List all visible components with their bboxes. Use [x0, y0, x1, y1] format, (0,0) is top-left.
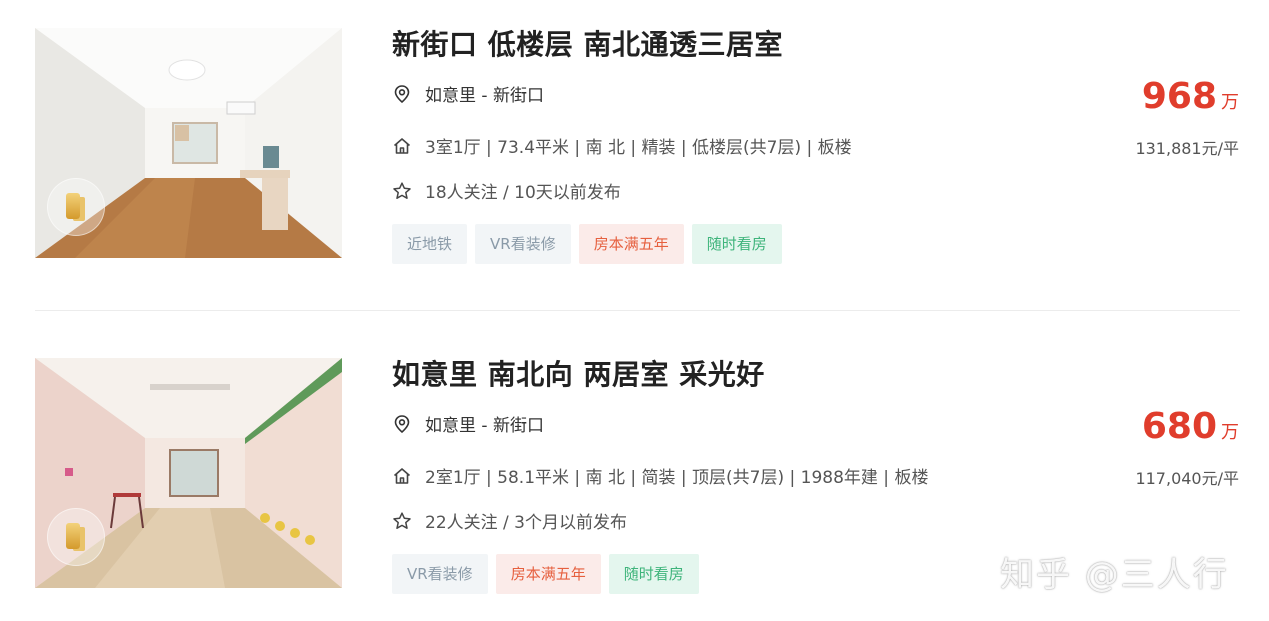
watermark: 知乎 @三人行 — [1000, 555, 1229, 595]
listing-title[interactable]: 新街口 低楼层 南北通透三居室 — [392, 23, 783, 63]
listing-title[interactable]: 如意里 南北向 两居室 采光好 — [392, 353, 765, 393]
price-unit: 万 — [1221, 422, 1239, 443]
tag: VR看装修 — [475, 224, 571, 264]
price-unit: 万 — [1221, 92, 1239, 113]
location-pin-icon — [394, 84, 410, 103]
listing-card[interactable]: 新街口 低楼层 南北通透三居室 如意里 - 新街口 3室1厅 | 73.4平米 … — [0, 0, 1269, 290]
star-icon — [393, 181, 411, 199]
listing-info-text: 2室1厅 | 58.1平米 | 南 北 | 简装 | 顶层(共7层) | 198… — [425, 468, 929, 488]
listing-info: 3室1厅 | 73.4平米 | 南 北 | 精装 | 低楼层(共7层) | 板楼 — [392, 133, 852, 158]
listing-follow: 18人关注 / 10天以前发布 — [392, 178, 621, 203]
tag: 随时看房 — [691, 224, 782, 264]
location-pin-icon — [394, 414, 410, 433]
listing-follow-text: 22人关注 / 3个月以前发布 — [425, 513, 627, 533]
tag: 近地铁 — [392, 224, 468, 264]
house-icon — [393, 137, 411, 154]
total-price: 680 万 — [1142, 406, 1239, 447]
listing-follow-text: 18人关注 / 10天以前发布 — [425, 183, 621, 203]
house-icon — [393, 467, 411, 484]
vr-badge-icon — [47, 178, 105, 236]
listing-photo[interactable] — [35, 28, 342, 258]
listing-location: 如意里 - 新街口 — [392, 411, 544, 436]
tag: VR看装修 — [392, 554, 488, 594]
tag: 随时看房 — [608, 554, 699, 594]
listing-info-text: 3室1厅 | 73.4平米 | 南 北 | 精装 | 低楼层(共7层) | 板楼 — [425, 138, 852, 158]
listing-info: 2室1厅 | 58.1平米 | 南 北 | 简装 | 顶层(共7层) | 198… — [392, 463, 928, 488]
location-link[interactable]: 如意里 - 新街口 — [425, 81, 544, 106]
location-link[interactable]: 如意里 - 新街口 — [425, 411, 544, 436]
listing-photo[interactable] — [35, 358, 342, 588]
total-price: 968 万 — [1142, 76, 1239, 117]
tag: 房本满五年 — [578, 224, 684, 264]
unit-price: 131,881元/平 — [1135, 139, 1239, 158]
total-price-value: 680 — [1141, 406, 1217, 447]
unit-price: 117,040元/平 — [1135, 469, 1239, 488]
divider — [35, 310, 1240, 311]
vr-badge-icon — [47, 508, 105, 566]
tag: 房本满五年 — [495, 554, 601, 594]
listing-follow: 22人关注 / 3个月以前发布 — [392, 508, 627, 533]
tag-list: VR看装修 房本满五年 随时看房 — [392, 554, 699, 594]
total-price-value: 968 — [1141, 76, 1217, 117]
listing-location: 如意里 - 新街口 — [392, 81, 544, 106]
tag-list: 近地铁 VR看装修 房本满五年 随时看房 — [392, 224, 782, 264]
star-icon — [393, 511, 411, 529]
